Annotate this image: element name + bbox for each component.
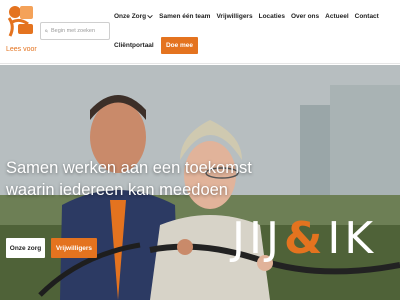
lees-voor-button[interactable]: Lees voor bbox=[6, 46, 37, 53]
nav-item-actueel[interactable]: Actueel bbox=[325, 13, 348, 20]
nav-item-label: Locaties bbox=[258, 13, 285, 20]
nav-item-label: Samen één team bbox=[159, 13, 211, 20]
vrijwilligers-button[interactable]: Vrijwilligers bbox=[51, 238, 97, 258]
nav-item-vrijwilligers[interactable]: Vrijwilligers bbox=[216, 13, 252, 20]
nav-item-samen-een-team[interactable]: Samen één team bbox=[159, 13, 210, 20]
site-header: Lees voor Onze Zorg Samen één team Vrijw… bbox=[0, 0, 400, 64]
search-box[interactable] bbox=[40, 22, 110, 40]
brand-ik: IK bbox=[327, 213, 378, 264]
logo[interactable] bbox=[6, 4, 34, 38]
nav-item-onze-zorg[interactable]: Onze Zorg bbox=[114, 13, 153, 20]
jij-ik-brand: JIJ & IK bbox=[232, 213, 377, 264]
nav-item-locaties[interactable]: Locaties bbox=[259, 13, 285, 20]
nav-item-label: Over ons bbox=[290, 13, 320, 20]
brand-jij: JIJ bbox=[232, 213, 283, 264]
hero-banner: Samen werken aan een toekomst waarin ied… bbox=[0, 65, 400, 300]
nav-item-label: Vrijwilligers bbox=[216, 13, 253, 20]
brand-ampersand: & bbox=[283, 213, 327, 264]
lees-voor-label: Lees voor bbox=[6, 46, 37, 53]
onze-zorg-button[interactable]: Onze zorg bbox=[6, 238, 45, 258]
nav-item-over-ons[interactable]: Over ons bbox=[291, 13, 319, 20]
doe-mee-button[interactable]: Doe mee bbox=[161, 37, 198, 54]
chevron-down-icon bbox=[147, 14, 153, 19]
nav-item-label: Actueel bbox=[325, 13, 349, 20]
nav-item-label: Contact bbox=[354, 13, 379, 20]
main-nav: Onze Zorg Samen één team Vrijwilligers L… bbox=[114, 13, 379, 20]
hero-title: Samen werken aan een toekomst waarin ied… bbox=[6, 159, 252, 199]
nav-item-label: Onze Zorg bbox=[114, 13, 147, 20]
search-icon bbox=[45, 29, 48, 33]
clientportaal-link[interactable]: Cliëntportaal bbox=[114, 42, 154, 49]
nav-item-contact[interactable]: Contact bbox=[355, 13, 379, 20]
search-input[interactable] bbox=[51, 28, 105, 34]
